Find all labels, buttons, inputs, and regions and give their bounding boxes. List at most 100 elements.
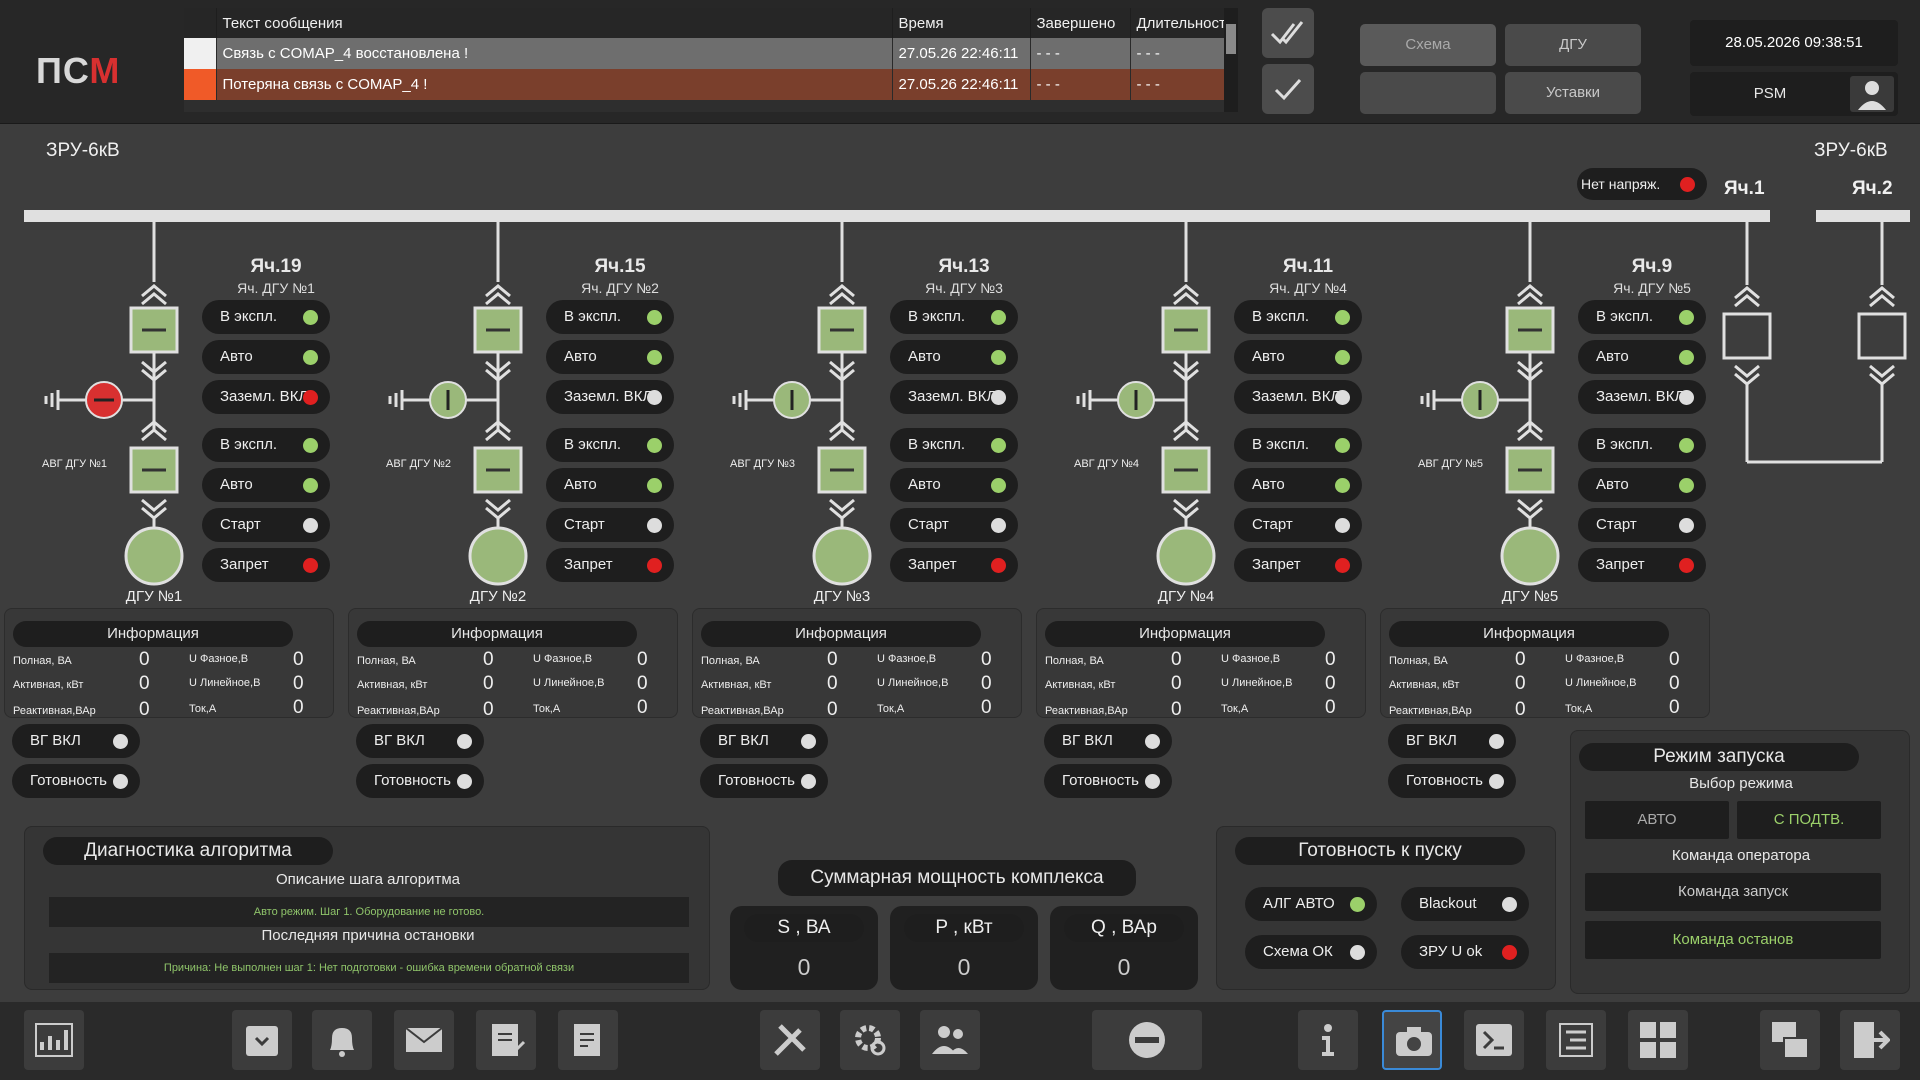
top-status-0: В экспл. (890, 300, 1018, 334)
power-q-box: Q , ВАр 0 (1050, 906, 1198, 990)
power-p-box: P , кВт 0 (890, 906, 1038, 990)
status-led (303, 310, 318, 325)
power-s-label: S , ВА (744, 914, 864, 942)
cell-sublabel: Яч. ДГУ №1 (237, 280, 315, 296)
status-led (1145, 774, 1160, 789)
ready-indicator: Готовность (1044, 764, 1172, 798)
vg-on-indicator: ВГ ВКЛ (12, 724, 140, 758)
camera-icon[interactable] (1382, 1010, 1442, 1070)
avg-label: АВГ ДГУ №5 (1418, 458, 1484, 470)
bot-status-2: Старт (546, 508, 674, 542)
status-led (1335, 478, 1350, 493)
exit-icon[interactable] (1840, 1010, 1900, 1070)
bell-icon[interactable] (312, 1010, 372, 1070)
bot-status-0: В экспл. (1578, 428, 1706, 462)
mode-auto-button[interactable]: АВТО (1585, 801, 1729, 839)
status-led (1350, 897, 1365, 912)
top-status-2: Заземл. ВКЛ (890, 380, 1018, 414)
status-led (991, 558, 1006, 573)
readiness-title: Готовность к пуску (1235, 837, 1525, 865)
dgu-label: ДГУ №3 (813, 588, 871, 605)
bot-status-2: Старт (202, 508, 330, 542)
top-status-0: В экспл. (1578, 300, 1706, 334)
stop-icon[interactable] (1092, 1010, 1202, 1070)
status-led (1679, 438, 1694, 453)
grid-icon[interactable] (1628, 1010, 1688, 1070)
info-icon[interactable] (1298, 1010, 1358, 1070)
clipboard-check-icon[interactable] (476, 1010, 536, 1070)
status-led (1335, 350, 1350, 365)
generator (468, 526, 528, 586)
stop-text: Причина: Не выполнен шаг 1: Нет подготов… (49, 953, 689, 983)
bot-status-2: Старт (1578, 508, 1706, 542)
mail-icon[interactable] (394, 1010, 454, 1070)
checklist-icon[interactable] (1546, 1010, 1606, 1070)
top-status-2: Заземл. ВКЛ (202, 380, 330, 414)
gear-search-icon[interactable] (840, 1010, 900, 1070)
power-p-value: 0 (957, 954, 971, 980)
status-led (991, 390, 1006, 405)
dgu-label: ДГУ №4 (1157, 588, 1215, 605)
status-led (1679, 478, 1694, 493)
status-led (991, 310, 1006, 325)
info-title: Информация (1045, 621, 1325, 647)
archive-icon[interactable] (232, 1010, 292, 1070)
top-status-2: Заземл. ВКЛ (1578, 380, 1706, 414)
step-label: Описание шага алгоритма (275, 871, 461, 888)
cell-sublabel: Яч. ДГУ №3 (925, 280, 1003, 296)
bot-status-0: В экспл. (890, 428, 1018, 462)
avg-label: АВГ ДГУ №4 (1074, 458, 1140, 470)
stop-command-button[interactable]: Команда останов (1585, 921, 1881, 959)
ready-schema-ok: Схема ОК (1245, 935, 1377, 969)
status-led (1679, 310, 1694, 325)
cell-label: Яч.11 (1282, 256, 1334, 277)
status-led (457, 774, 472, 789)
status-led (647, 478, 662, 493)
dgu-label: ДГУ №2 (469, 588, 527, 605)
bot-status-2: Старт (890, 508, 1018, 542)
status-led (647, 438, 662, 453)
dgu-label: ДГУ №5 (1501, 588, 1559, 605)
ready-indicator: Готовность (1388, 764, 1516, 798)
info-title: Информация (701, 621, 981, 647)
mode-confirm-button[interactable]: С ПОДТВ. (1737, 801, 1881, 839)
users-icon[interactable] (920, 1010, 980, 1070)
terminal-icon[interactable] (1464, 1010, 1524, 1070)
power-s-box: S , ВА 0 (730, 906, 878, 990)
bot-status-3: Запрет (1234, 548, 1362, 582)
mode-select-label: Выбор режима (1689, 775, 1793, 792)
info-title: Информация (13, 621, 293, 647)
bot-status-0: В экспл. (1234, 428, 1362, 462)
cell-sublabel: Яч. ДГУ №5 (1613, 280, 1691, 296)
status-led (647, 518, 662, 533)
info-box: Информация Полная, ВА Активная, кВт Реак… (1036, 608, 1366, 720)
status-led (1350, 945, 1365, 960)
footer-toolbar (0, 1002, 1920, 1080)
chart-icon[interactable] (24, 1010, 84, 1070)
status-led (1335, 438, 1350, 453)
cell-label: Яч.19 (250, 256, 302, 277)
power-q-value: 0 (1117, 954, 1131, 980)
status-led (1679, 350, 1694, 365)
window-switch-icon[interactable] (1760, 1010, 1820, 1070)
status-led (1145, 734, 1160, 749)
avg-label: АВГ ДГУ №2 (386, 458, 452, 470)
status-led (991, 478, 1006, 493)
start-command-button[interactable]: Команда запуск (1585, 873, 1881, 911)
busbar-2 (1816, 210, 1910, 222)
top-status-0: В экспл. (546, 300, 674, 334)
status-led (1679, 518, 1694, 533)
dgu-label: ДГУ №1 (125, 588, 183, 605)
bot-status-3: Запрет (1578, 548, 1706, 582)
status-led (1489, 734, 1504, 749)
report-icon[interactable] (558, 1010, 618, 1070)
tools-icon[interactable] (760, 1010, 820, 1070)
bot-status-1: Авто (1234, 468, 1362, 502)
readiness-panel: Готовность к пуску АЛГ АВТО Blackout Схе… (1216, 826, 1556, 990)
avg-label: АВГ ДГУ №3 (730, 458, 796, 470)
status-led (991, 438, 1006, 453)
stop-label: Последняя причина остановки (261, 927, 475, 944)
cell-label: Яч.13 (938, 256, 990, 277)
status-led (647, 350, 662, 365)
info-box: Информация Полная, ВА Активная, кВт Реак… (4, 608, 334, 720)
